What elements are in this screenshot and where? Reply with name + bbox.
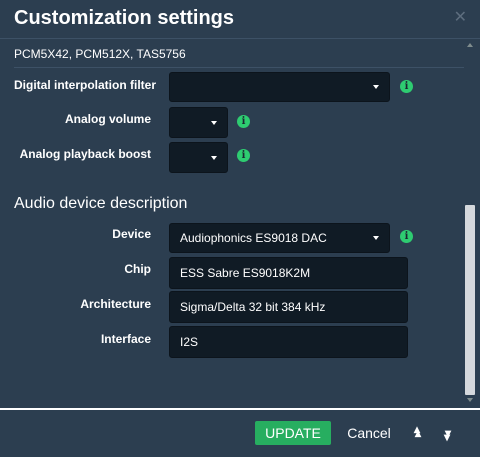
interface-value: I2S (180, 335, 199, 349)
scrollbar-thumb[interactable] (465, 205, 475, 395)
analog-volume-select[interactable] (169, 107, 228, 138)
interface-field: I2S (169, 326, 408, 358)
info-icon[interactable]: i (237, 115, 250, 128)
architecture-field: Sigma/Delta 32 bit 384 kHz (169, 291, 408, 323)
dialog-title: Customization settings (14, 7, 235, 29)
scroll-down-arrow-icon[interactable] (467, 398, 473, 402)
analog-boost-select[interactable] (169, 142, 228, 173)
double-chevron-down-icon[interactable]: ▾▾ (438, 421, 464, 445)
caret-down-icon (211, 120, 217, 125)
info-icon[interactable]: i (400, 230, 413, 243)
architecture-label: Architecture (80, 297, 151, 311)
analog-volume-label: Analog volume (64, 112, 151, 126)
device-select[interactable]: Audiophonics ES9018 DAC (169, 223, 390, 253)
dialog-header: Customization settings ✕ (0, 0, 480, 39)
architecture-value: Sigma/Delta 32 bit 384 kHz (180, 300, 326, 314)
caret-down-icon (211, 155, 217, 160)
divider (14, 67, 464, 68)
caret-down-icon (373, 236, 379, 240)
info-icon[interactable]: i (400, 80, 413, 93)
section-title: Audio device description (14, 195, 188, 212)
update-button[interactable]: UPDATE (255, 421, 331, 445)
caret-down-icon (373, 85, 379, 89)
close-icon[interactable]: ✕ (454, 10, 467, 26)
chip-label: Chip (124, 262, 151, 276)
interpolation-select[interactable] (169, 72, 390, 102)
dialog-body[interactable]: PCM5X42, PCM512X, TAS5756 Digital interp… (0, 39, 480, 408)
chip-list-text: PCM5X42, PCM512X, TAS5756 (14, 47, 186, 61)
device-label: Device (112, 227, 151, 241)
info-icon[interactable]: i (237, 149, 250, 162)
customization-dialog: Customization settings ✕ PCM5X42, PCM512… (0, 0, 480, 457)
analog-boost-label: Analog playback boost (19, 147, 151, 161)
chip-value: ESS Sabre ES9018K2M (180, 266, 311, 280)
scroll-up-arrow-icon[interactable] (467, 43, 473, 47)
interpolation-label: Digital interpolation filter (14, 78, 157, 92)
device-value: Audiophonics ES9018 DAC (180, 231, 327, 245)
interface-label: Interface (100, 332, 151, 346)
chip-field: ESS Sabre ES9018K2M (169, 257, 408, 289)
cancel-button[interactable]: Cancel (339, 421, 399, 445)
double-chevron-up-icon[interactable]: ▴▴ (408, 421, 434, 445)
dialog-footer: UPDATE Cancel ▴▴ ▾▾ (0, 408, 480, 457)
